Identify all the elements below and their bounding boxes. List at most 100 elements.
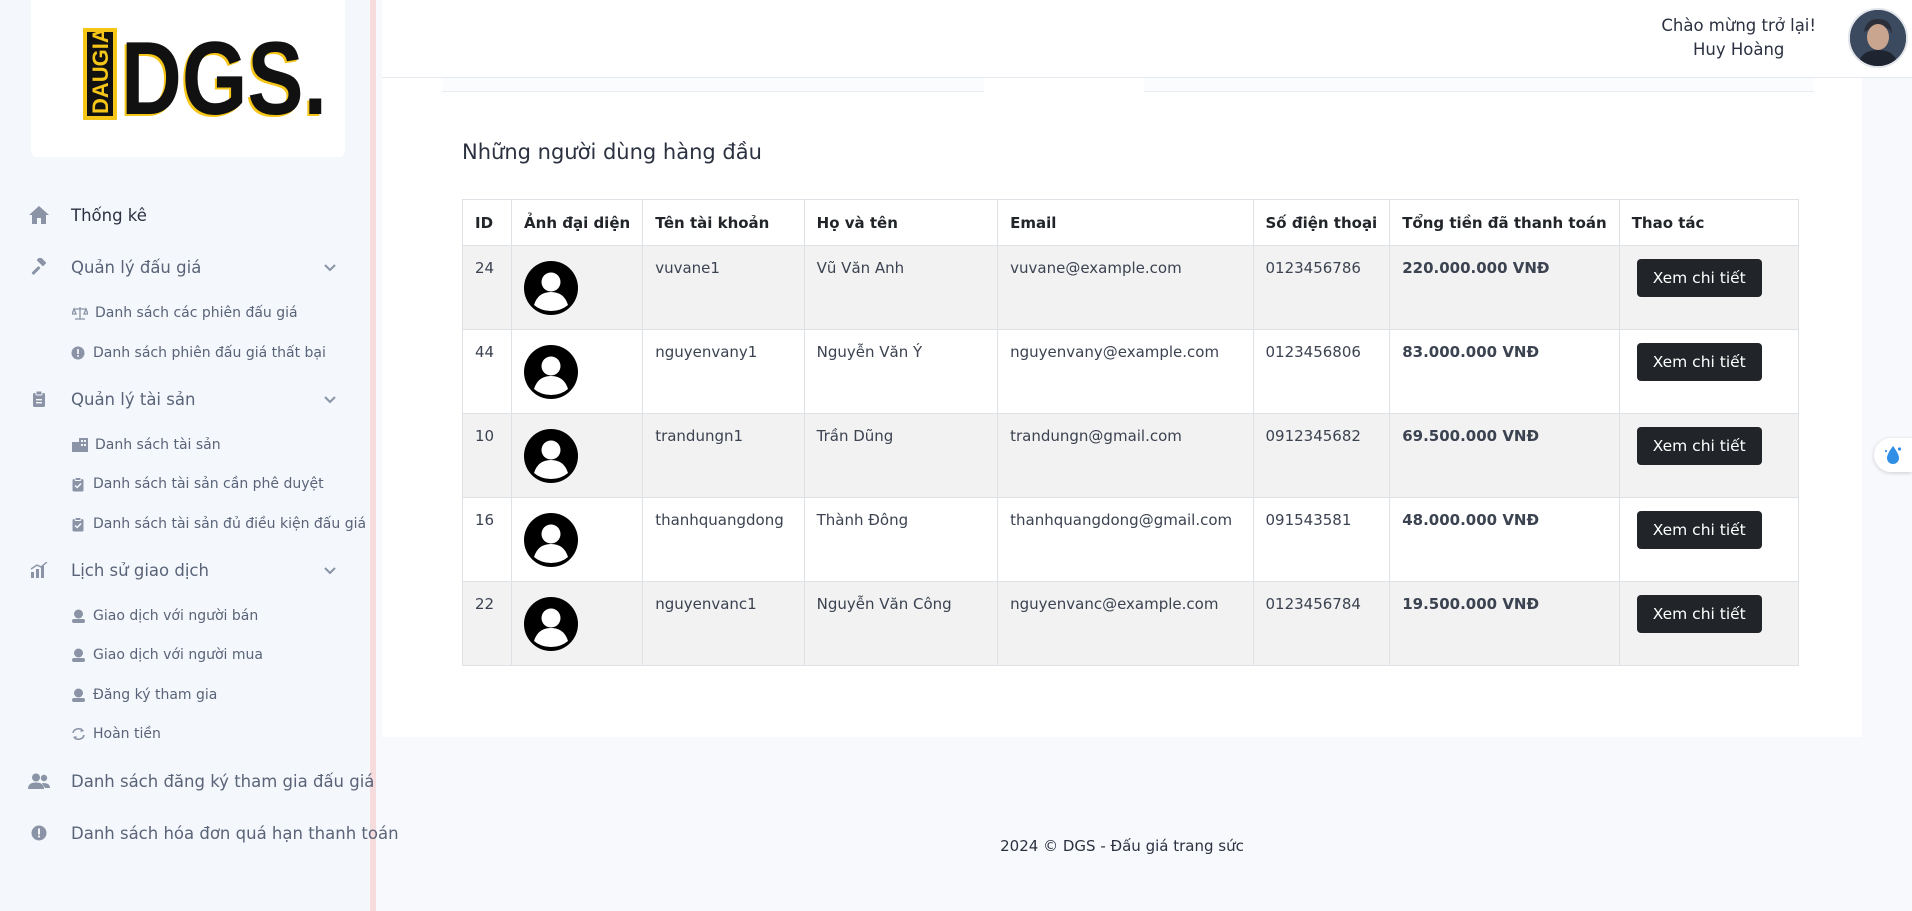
cell-action: Xem chi tiết — [1618, 245, 1800, 330]
column-header: Tổng tiền đã thanh toán — [1389, 199, 1620, 246]
chevron-down-icon[interactable] — [322, 259, 338, 275]
table-row: 44 nguyenvany1 Nguyễn Văn Ý nguyenvany@e… — [461, 329, 1800, 414]
view-detail-button[interactable]: Xem chi tiết — [1636, 259, 1762, 297]
cell-username: nguyenvanc1 — [642, 581, 805, 666]
chevron-down-icon[interactable] — [322, 391, 338, 407]
avatar-portrait-icon — [1850, 10, 1906, 66]
user-avatar-icon — [524, 345, 579, 399]
user-avatar-icon — [524, 513, 579, 567]
users-icon — [28, 770, 50, 792]
welcome-block: Chào mừng trở lại! Huy Hoàng — [1661, 14, 1816, 62]
column-header: Thao tác — [1618, 199, 1800, 246]
sidebar-subitem-label: Danh sách tài sản đủ điều kiện đấu giá — [93, 516, 367, 532]
sidebar-subitem-auction-sessions[interactable]: Danh sách các phiên đấu giá — [72, 300, 298, 326]
sidebar-subitem-label: Danh sách các phiên đấu giá — [95, 305, 298, 321]
sidebar: DAUGIA DGS. DGS. Thống kê Quản lý đấu gi… — [0, 0, 399, 911]
view-detail-button[interactable]: Xem chi tiết — [1636, 511, 1762, 549]
welcome-text: Chào mừng trở lại! — [1661, 16, 1816, 35]
cell-action: Xem chi tiết — [1618, 497, 1800, 582]
sidebar-item-label: Lịch sử giao dịch — [71, 560, 209, 580]
sidebar-item-auction-management[interactable]: Quản lý đấu giá — [28, 249, 201, 285]
cell-total-paid: 69.500.000 VNĐ — [1389, 413, 1620, 498]
alert-circle-icon — [70, 345, 86, 361]
chevron-down-icon[interactable] — [322, 562, 338, 578]
user-avatar-icon — [524, 261, 579, 315]
cell-id: 22 — [461, 581, 513, 666]
cell-email: nguyenvanc@example.com — [997, 581, 1254, 666]
sidebar-subitem-label: Đăng ký tham gia — [93, 687, 218, 703]
clipboard-check-icon — [70, 476, 86, 492]
alert-circle-icon — [28, 822, 50, 844]
cell-phone: 0912345682 — [1252, 413, 1391, 498]
sidebar-item-label: Danh sách hóa đơn quá hạn thanh toán — [71, 823, 399, 843]
sidebar-subitem-seller-transactions[interactable]: Giao dịch với người bán — [70, 603, 258, 629]
cell-action: Xem chi tiết — [1618, 581, 1800, 666]
cell-total-paid: 220.000.000 VNĐ — [1389, 245, 1620, 330]
cell-id: 44 — [461, 329, 513, 414]
cell-full-name: Trần Dũng — [803, 413, 999, 498]
cell-id: 10 — [461, 413, 513, 498]
home-icon — [28, 204, 50, 226]
table-row: 22 nguyenvanc1 Nguyễn Văn Công nguyenvan… — [461, 581, 1800, 666]
sidebar-subitem-refunds[interactable]: Hoàn tiền — [70, 721, 161, 747]
column-header: ID — [461, 199, 513, 246]
gavel-icon — [28, 256, 50, 278]
cell-email: vuvane@example.com — [997, 245, 1254, 330]
cell-avatar — [511, 413, 644, 498]
top-users-card: Những người dùng hàng đầu ID Ảnh đại diệ… — [382, 78, 1862, 737]
cell-full-name: Nguyễn Văn Công — [803, 581, 999, 666]
view-detail-button[interactable]: Xem chi tiết — [1636, 427, 1762, 465]
sidebar-subitem-label: Hoàn tiền — [93, 726, 161, 742]
cell-username: vuvane1 — [642, 245, 805, 330]
cell-email: nguyenvany@example.com — [997, 329, 1254, 414]
column-header: Ảnh đại diện — [511, 199, 644, 246]
sidebar-subitem-label: Danh sách tài sản cần phê duyệt — [93, 476, 324, 492]
scale-icon — [72, 305, 88, 321]
view-detail-button[interactable]: Xem chi tiết — [1636, 343, 1762, 381]
sidebar-subitem-assets-pending-approval[interactable]: Danh sách tài sản cần phê duyệt — [70, 471, 324, 497]
cell-avatar — [511, 245, 644, 330]
sidebar-subitem-asset-list[interactable]: Danh sách tài sản — [72, 432, 221, 458]
sidebar-item-overdue-invoices[interactable]: Danh sách hóa đơn quá hạn thanh toán — [28, 815, 399, 851]
user-shield-icon — [70, 647, 86, 663]
sidebar-subitem-failed-auctions[interactable]: Danh sách phiên đấu giá thất bại — [70, 340, 326, 366]
column-header: Họ và tên — [803, 199, 999, 246]
table-header-row: ID Ảnh đại diện Tên tài khoản Họ và tên … — [461, 199, 1800, 246]
user-shield-icon — [70, 687, 86, 703]
sidebar-item-label: Danh sách đăng ký tham gia đấu giá — [71, 771, 375, 791]
cell-email: thanhquangdong@gmail.com — [997, 497, 1254, 582]
cell-avatar — [511, 329, 644, 414]
cell-id: 16 — [461, 497, 513, 582]
floating-extension-tab[interactable] — [1874, 438, 1912, 472]
card-stub-left — [442, 78, 984, 92]
cell-full-name: Vũ Văn Anh — [803, 245, 999, 330]
cell-action: Xem chi tiết — [1618, 329, 1800, 414]
sidebar-subitem-buyer-transactions[interactable]: Giao dịch với người mua — [70, 642, 263, 668]
cell-phone: 0123456786 — [1252, 245, 1391, 330]
cell-username: thanhquangdong — [642, 497, 805, 582]
sidebar-subitem-label: Giao dịch với người bán — [93, 608, 259, 624]
water-drop-icon — [1884, 446, 1902, 464]
cell-phone: 0123456784 — [1252, 581, 1391, 666]
sidebar-item-label: Quản lý đấu giá — [71, 257, 202, 277]
table-row: 24 vuvane1 Vũ Văn Anh vuvane@example.com… — [461, 245, 1800, 330]
footer: 2024 © DGS - Đấu giá trang sức — [1000, 837, 1244, 855]
sidebar-subitem-registrations[interactable]: Đăng ký tham gia — [70, 682, 217, 708]
user-avatar[interactable] — [1848, 8, 1908, 68]
user-avatar-icon — [524, 429, 579, 483]
sidebar-subitem-assets-eligible[interactable]: Danh sách tài sản đủ điều kiện đấu giá — [70, 511, 366, 537]
logo-vertical-text: DAUGIA — [88, 27, 113, 114]
sidebar-item-asset-management[interactable]: Quản lý tài sản — [28, 381, 195, 417]
user-name: Huy Hoàng — [1692, 40, 1785, 59]
sidebar-item-transaction-history[interactable]: Lịch sử giao dịch — [28, 552, 209, 588]
sidebar-item-auction-registrations[interactable]: Danh sách đăng ký tham gia đấu giá — [28, 763, 374, 799]
sidebar-item-label: Quản lý tài sản — [71, 389, 196, 409]
logo-box[interactable]: DAUGIA DGS. DGS. — [31, 0, 345, 157]
cell-avatar — [511, 497, 644, 582]
user-avatar-icon — [524, 597, 579, 651]
cell-full-name: Nguyễn Văn Ý — [803, 329, 999, 414]
sidebar-item-statistics[interactable]: Thống kê — [28, 197, 147, 233]
card-stub-right — [1144, 78, 1814, 92]
view-detail-button[interactable]: Xem chi tiết — [1636, 595, 1762, 633]
cell-full-name: Thành Đông — [803, 497, 999, 582]
